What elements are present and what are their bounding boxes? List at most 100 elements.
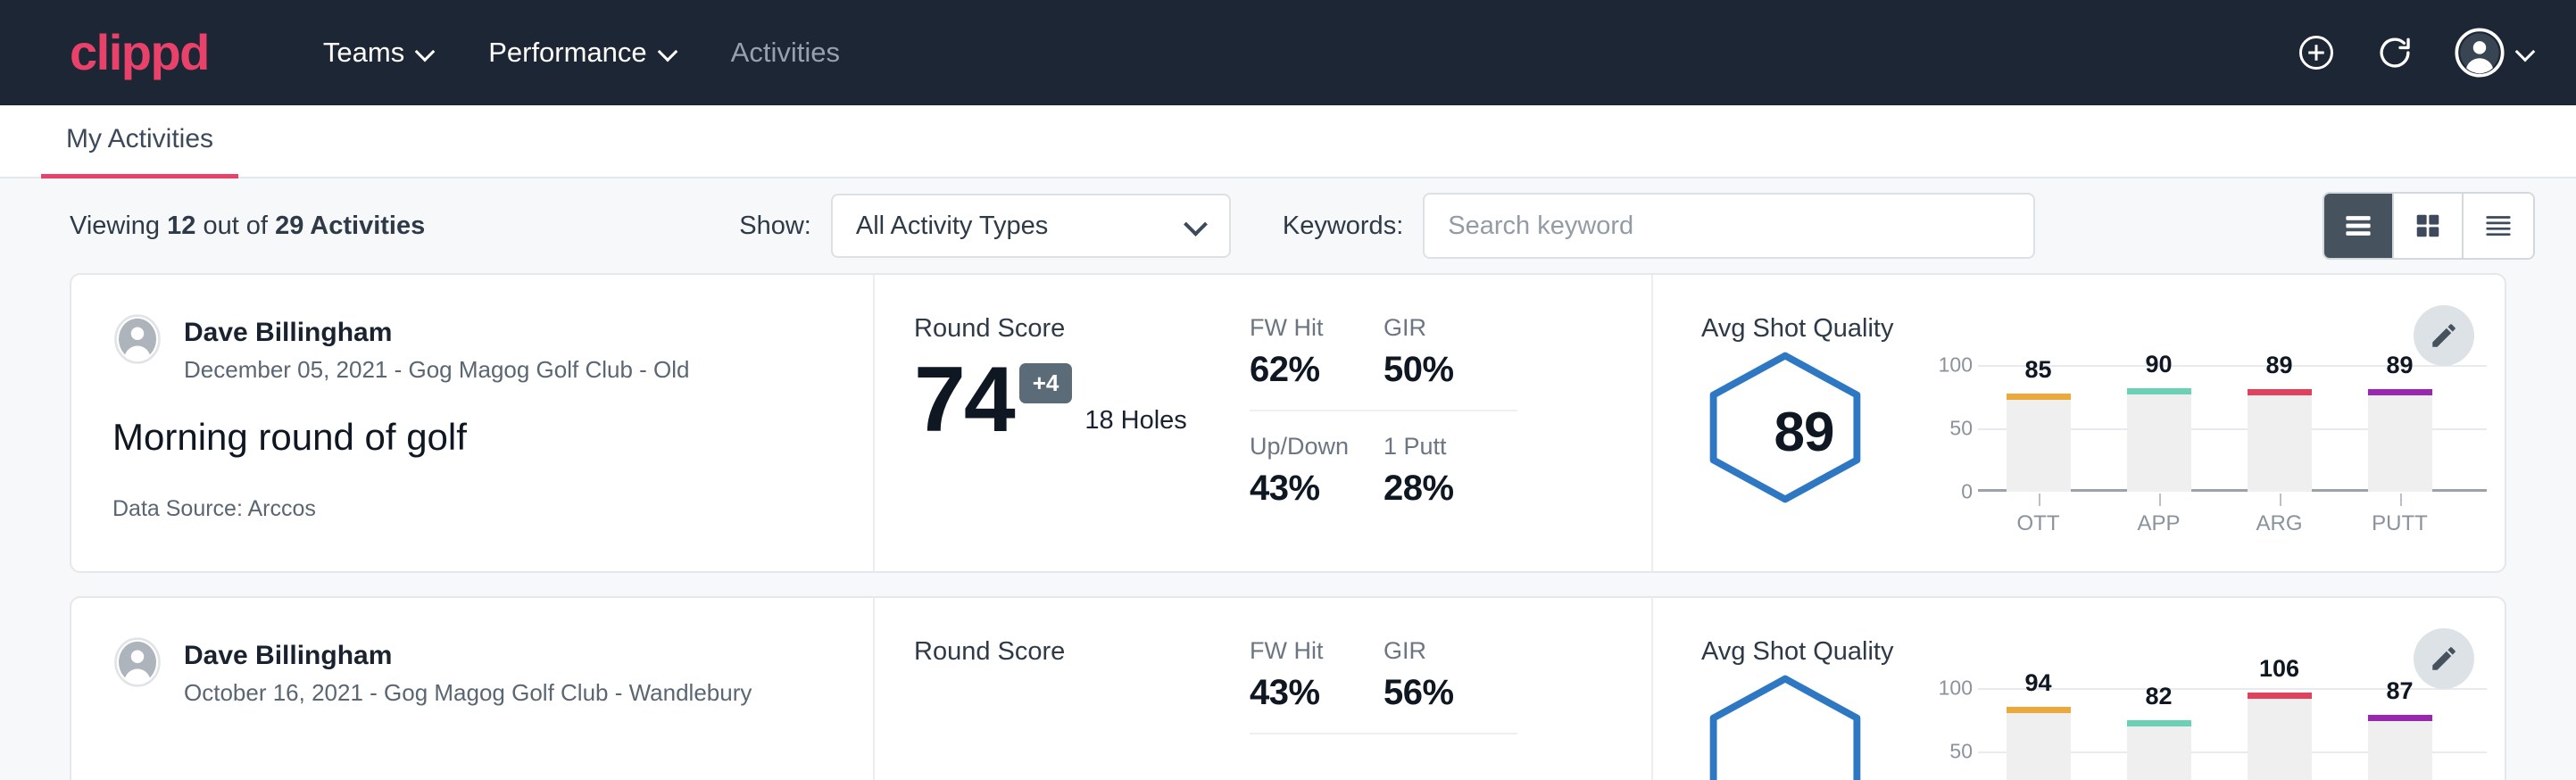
bar-cap bbox=[2248, 693, 2312, 699]
activity-card[interactable]: Dave Billingham December 05, 2021 - Gog … bbox=[70, 273, 2506, 573]
stat-fw-hit-value: 62% bbox=[1250, 350, 1360, 390]
activity-card[interactable]: Dave Billingham October 16, 2021 - Gog M… bbox=[70, 596, 2506, 780]
y-tick-100: 100 bbox=[1923, 353, 1973, 378]
bar-value-label: 94 bbox=[2007, 669, 2071, 697]
clippd-logo[interactable]: clippd bbox=[70, 28, 209, 78]
bar-cap bbox=[2248, 389, 2312, 395]
bar-value-label: 106 bbox=[2248, 655, 2312, 683]
y-tick-50: 50 bbox=[1923, 417, 1973, 441]
round-score-label: Round Score bbox=[914, 637, 1250, 667]
quality-hexagon: 89 bbox=[1701, 351, 1907, 509]
bar-cap bbox=[2368, 715, 2432, 721]
avg-shot-quality-column: Avg Shot Quality 100 50 0 bbox=[1651, 598, 2505, 780]
stat-fw-hit-label: FW Hit bbox=[1250, 314, 1360, 342]
chart-bar-arg: 106 bbox=[2248, 688, 2312, 780]
y-tick-50: 50 bbox=[1923, 740, 1973, 764]
show-filter-group: Show: All Activity Types bbox=[739, 194, 1231, 258]
bar-value-label: 89 bbox=[2248, 352, 2312, 379]
keywords-filter-group: Keywords: bbox=[1283, 193, 2035, 259]
show-label: Show: bbox=[739, 212, 811, 241]
edit-activity-button[interactable] bbox=[2414, 305, 2474, 366]
avg-shot-quality-label: Avg Shot Quality bbox=[1701, 637, 2505, 667]
stat-gir-label: GIR bbox=[1384, 314, 1494, 342]
y-tick-100: 100 bbox=[1923, 676, 1973, 701]
top-navigation-bar: clippd Teams Performance Activities bbox=[0, 0, 2576, 105]
stat-one-putt: 1 Putt 28% bbox=[1384, 411, 1517, 509]
stat-fw-hit: FW Hit 43% bbox=[1250, 637, 1384, 734]
chart-bar-ott: 85 bbox=[2007, 365, 2071, 492]
round-stats-column: FW Hit 62% GIR 50% Up/Down 43% 1 Putt 28… bbox=[1250, 275, 1651, 571]
search-input[interactable] bbox=[1423, 193, 2035, 259]
bar-body: 82 bbox=[2127, 720, 2191, 780]
chart-bar-putt: 89 bbox=[2368, 365, 2432, 492]
stat-gir-value: 56% bbox=[1384, 673, 1494, 713]
shot-quality-chart: 100 50 0 85908989 OTTAPPARGPUTT bbox=[1907, 351, 2505, 536]
round-score-column: Round Score bbox=[875, 598, 1250, 780]
stat-fw-hit-value: 43% bbox=[1250, 673, 1360, 713]
chart-bar-arg: 89 bbox=[2248, 365, 2312, 492]
quality-hexagon bbox=[1701, 674, 1907, 780]
bar-cap bbox=[2127, 720, 2191, 726]
pencil-icon bbox=[2429, 643, 2459, 674]
viewing-count: 12 bbox=[167, 212, 195, 240]
stat-fw-hit-label: FW Hit bbox=[1250, 637, 1360, 665]
tab-my-activities[interactable]: My Activities bbox=[41, 124, 238, 178]
activity-person-name: Dave Billingham bbox=[184, 316, 690, 350]
bar-body: 106 bbox=[2248, 693, 2312, 780]
activity-person-name: Dave Billingham bbox=[184, 639, 752, 673]
add-circle-icon[interactable] bbox=[2298, 34, 2335, 71]
chart-bars: 94 82 106 87 bbox=[1978, 688, 2460, 780]
bar-body: 89 bbox=[2368, 389, 2432, 492]
x-tick-arg: ARG bbox=[2248, 511, 2312, 536]
account-menu[interactable] bbox=[2455, 28, 2535, 78]
viewing-total: 29 Activities bbox=[275, 212, 425, 240]
bar-value-label: 87 bbox=[2368, 677, 2432, 705]
nav-item-performance[interactable]: Performance bbox=[461, 37, 703, 69]
bar-cap bbox=[2007, 394, 2071, 400]
bar-cap bbox=[2368, 389, 2432, 395]
activity-list: Dave Billingham December 05, 2021 - Gog … bbox=[0, 273, 2576, 780]
nav-item-activities[interactable]: Activities bbox=[704, 37, 867, 69]
viewing-middle: out of bbox=[203, 212, 268, 240]
stat-gir: GIR 56% bbox=[1384, 637, 1517, 734]
round-score-value: 74 bbox=[914, 356, 1014, 444]
activity-info-column: Dave Billingham December 05, 2021 - Gog … bbox=[71, 275, 875, 571]
grid-view-icon bbox=[2414, 212, 2442, 239]
bar-cap bbox=[2007, 707, 2071, 713]
nav-item-teams-label: Teams bbox=[323, 37, 404, 69]
compact-view-button[interactable] bbox=[2464, 194, 2533, 258]
stat-up-down: Up/Down 43% bbox=[1250, 411, 1384, 509]
bar-value-label: 85 bbox=[2007, 356, 2071, 384]
stat-one-putt-value: 28% bbox=[1384, 469, 1494, 509]
account-avatar-icon bbox=[2455, 28, 2505, 78]
holes-played: 18 Holes bbox=[1084, 406, 1186, 444]
chart-bar-ott: 94 bbox=[2007, 688, 2071, 780]
activity-info-column: Dave Billingham October 16, 2021 - Gog M… bbox=[71, 598, 875, 780]
chevron-down-icon bbox=[1186, 216, 1206, 236]
bar-value-label: 90 bbox=[2127, 351, 2191, 378]
stat-fw-hit: FW Hit 62% bbox=[1250, 314, 1384, 411]
filter-toolbar: Viewing 12 out of 29 Activities Show: Al… bbox=[0, 178, 2576, 273]
bar-value-label: 82 bbox=[2127, 683, 2191, 710]
bar-body: 85 bbox=[2007, 394, 2071, 492]
avg-shot-quality-label: Avg Shot Quality bbox=[1701, 314, 2505, 344]
avg-shot-quality-column: Avg Shot Quality 89 100 50 0 bbox=[1651, 275, 2505, 571]
top-bar-actions bbox=[2298, 28, 2535, 78]
refresh-icon[interactable] bbox=[2376, 34, 2414, 71]
chart-bar-putt: 87 bbox=[2368, 688, 2432, 780]
tab-my-activities-label: My Activities bbox=[66, 124, 213, 154]
bar-body: 94 bbox=[2007, 707, 2071, 780]
chevron-down-icon bbox=[2517, 44, 2535, 62]
activity-type-select[interactable]: All Activity Types bbox=[831, 194, 1231, 258]
grid-view-button[interactable] bbox=[2394, 194, 2464, 258]
stat-up-down-value: 43% bbox=[1250, 469, 1360, 509]
nav-item-teams[interactable]: Teams bbox=[296, 37, 461, 69]
edit-activity-button[interactable] bbox=[2414, 628, 2474, 689]
chart-x-labels: OTTAPPARGPUTT bbox=[1978, 511, 2460, 536]
main-nav: Teams Performance Activities bbox=[296, 37, 867, 69]
stat-gir-value: 50% bbox=[1384, 350, 1494, 390]
chevron-down-icon bbox=[660, 44, 677, 62]
shot-quality-chart: 100 50 0 948210687 OTTAPPARGPUTT bbox=[1907, 674, 2505, 780]
list-view-icon bbox=[2343, 212, 2373, 239]
list-view-button[interactable] bbox=[2324, 194, 2394, 258]
